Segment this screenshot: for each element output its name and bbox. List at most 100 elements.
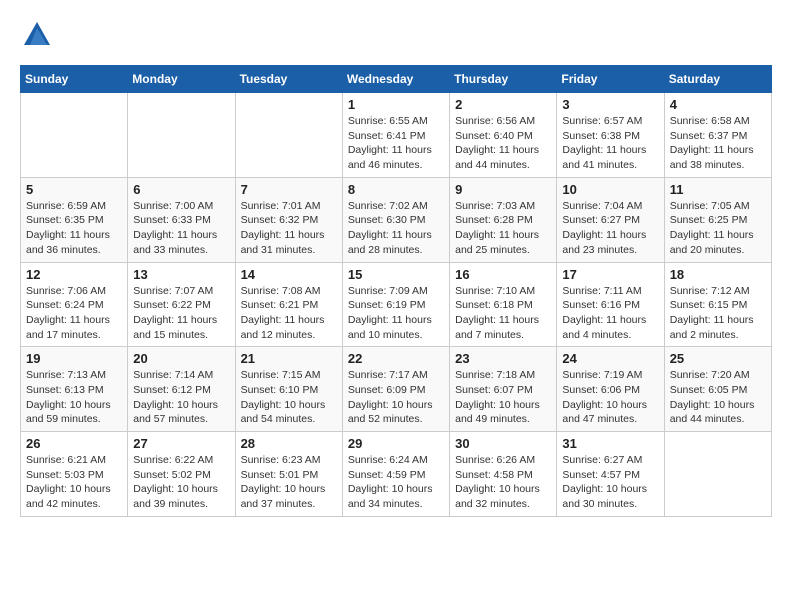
day-number: 18: [670, 267, 766, 282]
calendar-cell: 8 Sunrise: 7:02 AM Sunset: 6:30 PM Daylig…: [342, 177, 449, 262]
day-number: 2: [455, 97, 551, 112]
day-number: 26: [26, 436, 122, 451]
calendar-cell: 20 Sunrise: 7:14 AM Sunset: 6:12 PM Dayli…: [128, 347, 235, 432]
day-info: Sunrise: 7:20 AM Sunset: 6:05 PM Dayligh…: [670, 368, 766, 427]
calendar-cell: 19 Sunrise: 7:13 AM Sunset: 6:13 PM Dayli…: [21, 347, 128, 432]
day-info: Sunrise: 7:00 AM Sunset: 6:33 PM Dayligh…: [133, 199, 229, 258]
calendar-cell: 18Sunrise: 7:12 AM Sunset: 6:15 PM Dayli…: [664, 262, 771, 347]
calendar-cell: 3 Sunrise: 6:57 AM Sunset: 6:38 PM Daylig…: [557, 93, 664, 178]
day-info: Sunrise: 7:15 AM Sunset: 6:10 PM Dayligh…: [241, 368, 337, 427]
day-number: 14: [241, 267, 337, 282]
calendar-cell: 13Sunrise: 7:07 AM Sunset: 6:22 PM Dayli…: [128, 262, 235, 347]
calendar-body: 1 Sunrise: 6:55 AM Sunset: 6:41 PM Daylig…: [21, 93, 772, 517]
day-info: Sunrise: 7:06 AM Sunset: 6:24 PM Dayligh…: [26, 284, 122, 343]
day-of-week-header: Sunday: [21, 66, 128, 93]
calendar-cell: 7 Sunrise: 7:01 AM Sunset: 6:32 PM Daylig…: [235, 177, 342, 262]
calendar-cell: [235, 93, 342, 178]
calendar-cell: 4 Sunrise: 6:58 AM Sunset: 6:37 PM Daylig…: [664, 93, 771, 178]
day-info: Sunrise: 6:24 AM Sunset: 4:59 PM Dayligh…: [348, 453, 444, 512]
calendar-cell: 22 Sunrise: 7:17 AM Sunset: 6:09 PM Dayli…: [342, 347, 449, 432]
logo: [20, 20, 52, 55]
day-info: Sunrise: 7:10 AM Sunset: 6:18 PM Dayligh…: [455, 284, 551, 343]
day-number: 30: [455, 436, 551, 451]
day-info: Sunrise: 7:18 AM Sunset: 6:07 PM Dayligh…: [455, 368, 551, 427]
calendar-cell: 26 Sunrise: 6:21 AM Sunset: 5:03 PM Dayli…: [21, 432, 128, 517]
day-info: Sunrise: 7:03 AM Sunset: 6:28 PM Dayligh…: [455, 199, 551, 258]
calendar-table: SundayMondayTuesdayWednesdayThursdayFrid…: [20, 65, 772, 517]
calendar-week-row: 12 Sunrise: 7:06 AM Sunset: 6:24 PM Dayli…: [21, 262, 772, 347]
day-info: Sunrise: 7:09 AM Sunset: 6:19 PM Dayligh…: [348, 284, 444, 343]
day-number: 28: [241, 436, 337, 451]
day-info: Sunrise: 6:55 AM Sunset: 6:41 PM Dayligh…: [348, 114, 444, 173]
calendar-cell: 5 Sunrise: 6:59 AM Sunset: 6:35 PM Daylig…: [21, 177, 128, 262]
calendar-cell: 2 Sunrise: 6:56 AM Sunset: 6:40 PM Daylig…: [450, 93, 557, 178]
day-info: Sunrise: 6:21 AM Sunset: 5:03 PM Dayligh…: [26, 453, 122, 512]
day-number: 25: [670, 351, 766, 366]
calendar-cell: 31 Sunrise: 6:27 AM Sunset: 4:57 PM Dayli…: [557, 432, 664, 517]
day-number: 4: [670, 97, 766, 112]
day-number: 22: [348, 351, 444, 366]
day-info: Sunrise: 7:01 AM Sunset: 6:32 PM Dayligh…: [241, 199, 337, 258]
day-number: 6: [133, 182, 229, 197]
calendar-cell: 28 Sunrise: 6:23 AM Sunset: 5:01 PM Dayli…: [235, 432, 342, 517]
day-number: 31: [562, 436, 658, 451]
day-of-week-header: Monday: [128, 66, 235, 93]
day-number: 3: [562, 97, 658, 112]
day-info: Sunrise: 6:59 AM Sunset: 6:35 PM Dayligh…: [26, 199, 122, 258]
day-info: Sunrise: 6:58 AM Sunset: 6:37 PM Dayligh…: [670, 114, 766, 173]
calendar-week-row: 26 Sunrise: 6:21 AM Sunset: 5:03 PM Dayli…: [21, 432, 772, 517]
calendar-cell: 29 Sunrise: 6:24 AM Sunset: 4:59 PM Dayli…: [342, 432, 449, 517]
day-number: 23: [455, 351, 551, 366]
calendar-cell: 9 Sunrise: 7:03 AM Sunset: 6:28 PM Daylig…: [450, 177, 557, 262]
day-info: Sunrise: 7:07 AM Sunset: 6:22 PM Dayligh…: [133, 284, 229, 343]
calendar-cell: 6 Sunrise: 7:00 AM Sunset: 6:33 PM Daylig…: [128, 177, 235, 262]
calendar-cell: [21, 93, 128, 178]
day-info: Sunrise: 6:23 AM Sunset: 5:01 PM Dayligh…: [241, 453, 337, 512]
day-number: 16: [455, 267, 551, 282]
day-number: 27: [133, 436, 229, 451]
day-info: Sunrise: 7:13 AM Sunset: 6:13 PM Dayligh…: [26, 368, 122, 427]
calendar-cell: [664, 432, 771, 517]
day-number: 9: [455, 182, 551, 197]
day-info: Sunrise: 6:57 AM Sunset: 6:38 PM Dayligh…: [562, 114, 658, 173]
day-info: Sunrise: 7:08 AM Sunset: 6:21 PM Dayligh…: [241, 284, 337, 343]
day-number: 8: [348, 182, 444, 197]
calendar-cell: 25 Sunrise: 7:20 AM Sunset: 6:05 PM Dayli…: [664, 347, 771, 432]
calendar-cell: 21 Sunrise: 7:15 AM Sunset: 6:10 PM Dayli…: [235, 347, 342, 432]
day-number: 20: [133, 351, 229, 366]
day-of-week-header: Thursday: [450, 66, 557, 93]
day-info: Sunrise: 7:05 AM Sunset: 6:25 PM Dayligh…: [670, 199, 766, 258]
page-header: [20, 20, 772, 55]
day-number: 11: [670, 182, 766, 197]
calendar-week-row: 19 Sunrise: 7:13 AM Sunset: 6:13 PM Dayli…: [21, 347, 772, 432]
day-info: Sunrise: 7:04 AM Sunset: 6:27 PM Dayligh…: [562, 199, 658, 258]
calendar-cell: 17 Sunrise: 7:11 AM Sunset: 6:16 PM Dayli…: [557, 262, 664, 347]
day-number: 12: [26, 267, 122, 282]
day-of-week-header: Friday: [557, 66, 664, 93]
day-number: 1: [348, 97, 444, 112]
calendar-cell: 27Sunrise: 6:22 AM Sunset: 5:02 PM Dayli…: [128, 432, 235, 517]
day-number: 21: [241, 351, 337, 366]
calendar-cell: 14 Sunrise: 7:08 AM Sunset: 6:21 PM Dayli…: [235, 262, 342, 347]
day-info: Sunrise: 6:27 AM Sunset: 4:57 PM Dayligh…: [562, 453, 658, 512]
day-number: 17: [562, 267, 658, 282]
day-number: 7: [241, 182, 337, 197]
day-info: Sunrise: 7:11 AM Sunset: 6:16 PM Dayligh…: [562, 284, 658, 343]
day-of-week-header: Tuesday: [235, 66, 342, 93]
calendar-cell: 23 Sunrise: 7:18 AM Sunset: 6:07 PM Dayli…: [450, 347, 557, 432]
day-info: Sunrise: 7:14 AM Sunset: 6:12 PM Dayligh…: [133, 368, 229, 427]
day-number: 29: [348, 436, 444, 451]
day-number: 5: [26, 182, 122, 197]
day-info: Sunrise: 7:17 AM Sunset: 6:09 PM Dayligh…: [348, 368, 444, 427]
day-number: 19: [26, 351, 122, 366]
calendar-cell: 10Sunrise: 7:04 AM Sunset: 6:27 PM Dayli…: [557, 177, 664, 262]
calendar-cell: 30Sunrise: 6:26 AM Sunset: 4:58 PM Dayli…: [450, 432, 557, 517]
calendar-cell: 24Sunrise: 7:19 AM Sunset: 6:06 PM Dayli…: [557, 347, 664, 432]
day-info: Sunrise: 7:02 AM Sunset: 6:30 PM Dayligh…: [348, 199, 444, 258]
day-info: Sunrise: 7:19 AM Sunset: 6:06 PM Dayligh…: [562, 368, 658, 427]
calendar-cell: 1 Sunrise: 6:55 AM Sunset: 6:41 PM Daylig…: [342, 93, 449, 178]
day-number: 15: [348, 267, 444, 282]
day-info: Sunrise: 6:56 AM Sunset: 6:40 PM Dayligh…: [455, 114, 551, 173]
calendar-cell: 12 Sunrise: 7:06 AM Sunset: 6:24 PM Dayli…: [21, 262, 128, 347]
calendar-cell: [128, 93, 235, 178]
